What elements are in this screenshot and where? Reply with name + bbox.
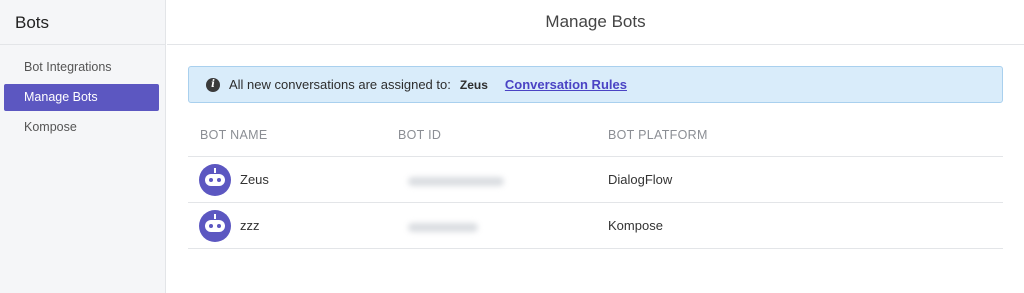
page-title: Manage Bots — [167, 0, 1024, 45]
sidebar-nav: Bot Integrations Manage Bots Kompose — [0, 54, 165, 141]
column-header-bot-name: BOT NAME — [200, 128, 268, 142]
conversation-rules-link[interactable]: Conversation Rules — [505, 77, 627, 92]
sidebar-item-manage-bots[interactable]: Manage Bots — [4, 84, 159, 111]
redacted-bot-id — [408, 223, 478, 232]
sidebar-item-kompose[interactable]: Kompose — [4, 114, 159, 141]
table-row[interactable]: Zeus DialogFlow — [188, 157, 1003, 203]
sidebar-title: Bots — [0, 0, 165, 45]
bot-platform: Kompose — [608, 218, 663, 233]
robot-avatar-icon — [199, 163, 231, 196]
bots-table: BOT NAME BOT ID BOT PLATFORM Zeus Dialog… — [188, 114, 1003, 249]
banner-text: All new conversations are assigned to: — [229, 77, 451, 92]
column-header-bot-id: BOT ID — [398, 128, 442, 142]
bot-name-cell: zzz — [199, 203, 260, 248]
main-content: Manage Bots i All new conversations are … — [167, 0, 1024, 293]
bot-id-cell — [398, 157, 504, 202]
table-header-row: BOT NAME BOT ID BOT PLATFORM — [188, 114, 1003, 157]
column-header-bot-platform: BOT PLATFORM — [608, 128, 708, 142]
bot-name-cell: Zeus — [199, 157, 269, 202]
table-row[interactable]: zzz Kompose — [188, 203, 1003, 249]
info-icon: i — [206, 77, 220, 92]
sidebar: Bots Bot Integrations Manage Bots Kompos… — [0, 0, 166, 293]
sidebar-item-bot-integrations[interactable]: Bot Integrations — [4, 54, 159, 81]
banner-assignee: Zeus — [459, 77, 488, 92]
bot-name: Zeus — [240, 172, 269, 187]
bot-platform: DialogFlow — [608, 172, 673, 187]
assignment-banner: i All new conversations are assigned to:… — [188, 66, 1003, 103]
bot-name: zzz — [240, 218, 260, 233]
robot-avatar-icon — [199, 209, 231, 242]
redacted-bot-id — [408, 177, 504, 186]
bot-id-cell — [398, 203, 478, 248]
